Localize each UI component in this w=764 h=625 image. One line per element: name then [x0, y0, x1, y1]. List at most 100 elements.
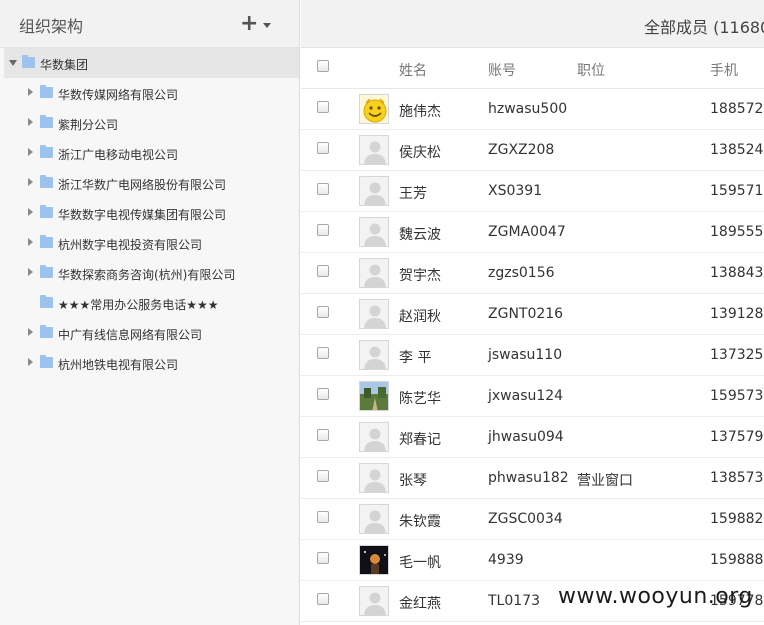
row-checkbox[interactable] [317, 388, 329, 400]
triangle-right-icon[interactable] [28, 268, 33, 276]
avatar [359, 463, 389, 493]
member-row[interactable]: 贺宇杰 zgzs0156 1388431 [301, 253, 764, 294]
row-checkbox[interactable] [317, 552, 329, 564]
triangle-right-icon[interactable] [28, 208, 33, 216]
member-name: 金红燕 [399, 596, 441, 612]
member-row[interactable]: 陈艺华 jxwasu124 1595733 [301, 376, 764, 417]
member-row[interactable]: 张琴 phwasu182 营业窗口 1385737 [301, 458, 764, 499]
tree-node[interactable]: 华数探索商务咨询(杭州)有限公司 [4, 258, 299, 288]
triangle-down-icon[interactable] [9, 60, 17, 66]
member-account: zgzs0156 [488, 265, 555, 281]
member-account: ZGNT0216 [488, 306, 564, 322]
folder-icon [40, 295, 53, 308]
row-checkbox[interactable] [317, 142, 329, 154]
member-name: 李 平 [399, 350, 432, 366]
row-checkbox[interactable] [317, 224, 329, 236]
row-checkbox[interactable] [317, 101, 329, 113]
row-checkbox[interactable] [317, 429, 329, 441]
tree-node[interactable]: 中广有线信息网络有限公司 [4, 318, 299, 348]
folder-icon [40, 205, 53, 218]
member-position: 营业窗口 [577, 473, 633, 489]
tree-node[interactable]: 华数数字电视传媒集团有限公司 [4, 198, 299, 228]
tree-node[interactable]: 华数传媒网络有限公司 [4, 78, 299, 108]
folder-icon [40, 265, 53, 278]
row-checkbox[interactable] [317, 593, 329, 605]
tree-node-label: 紫荆分公司 [58, 118, 119, 132]
tree-node[interactable]: ★★★常用办公服务电话★★★ [4, 288, 299, 318]
watermark: www.wooyun.org [558, 584, 753, 609]
member-account: jxwasu124 [488, 388, 564, 404]
member-row[interactable]: 朱钦霞 ZGSC0034 1598826 [301, 499, 764, 540]
member-phone: 1895555 [710, 224, 764, 240]
tree-node[interactable]: 杭州数字电视投资有限公司 [4, 228, 299, 258]
member-name: 赵润秋 [399, 309, 441, 325]
tree-node[interactable]: 浙江华数广电网络股份有限公司 [4, 168, 299, 198]
avatar [359, 381, 389, 411]
member-row[interactable]: 赵润秋 ZGNT0216 1391287 [301, 294, 764, 335]
members-header: 全部成员 (11680 [301, 0, 764, 48]
member-account: TL0173 [488, 593, 540, 609]
org-sidebar-header: 组织架构 + [0, 0, 300, 48]
select-all-checkbox[interactable] [317, 60, 329, 72]
row-checkbox[interactable] [317, 511, 329, 523]
member-row[interactable]: 毛一帆 4939 1598885 [301, 540, 764, 581]
folder-icon [40, 145, 53, 158]
member-account: jswasu110 [488, 347, 563, 363]
avatar [359, 135, 389, 165]
avatar [359, 422, 389, 452]
tree-node[interactable]: 紫荆分公司 [4, 108, 299, 138]
triangle-right-icon[interactable] [28, 178, 33, 186]
member-row[interactable]: 施伟杰 hzwasu500 1885726 [301, 89, 764, 130]
tree-node-label: 浙江华数广电网络股份有限公司 [58, 178, 227, 192]
member-account: jhwasu094 [488, 429, 564, 445]
triangle-right-icon[interactable] [28, 118, 33, 126]
member-name: 朱钦霞 [399, 514, 441, 530]
column-header-name[interactable]: 姓名 [399, 60, 427, 80]
tree-node[interactable]: 华数集团 [4, 48, 299, 78]
org-tree: 华数集团 华数传媒网络有限公司紫荆分公司浙江广电移动电视公司浙江华数广电网络股份有… [4, 48, 299, 378]
column-header-position[interactable]: 职位 [577, 60, 605, 80]
triangle-right-icon[interactable] [28, 148, 33, 156]
row-checkbox[interactable] [317, 306, 329, 318]
add-org-button[interactable]: + [238, 12, 278, 36]
caret-down-icon [263, 23, 271, 28]
member-phone: 1595718 [710, 183, 764, 199]
member-name: 陈艺华 [399, 391, 441, 407]
member-account: ZGMA0047 [488, 224, 566, 240]
member-row[interactable]: 李 平 jswasu110 1373257 [301, 335, 764, 376]
column-header-account[interactable]: 账号 [488, 60, 516, 80]
tree-node-label: 浙江广电移动电视公司 [58, 148, 179, 162]
triangle-right-icon[interactable] [28, 88, 33, 96]
row-checkbox[interactable] [317, 347, 329, 359]
member-account: ZGXZ208 [488, 142, 555, 158]
column-header-phone[interactable]: 手机 [710, 60, 738, 80]
tree-node-label: 中广有线信息网络有限公司 [58, 328, 203, 342]
member-phone: 1375798 [710, 429, 764, 445]
tree-node[interactable]: 浙江广电移动电视公司 [4, 138, 299, 168]
triangle-right-icon[interactable] [28, 238, 33, 246]
member-row[interactable]: 郑春记 jhwasu094 1375798 [301, 417, 764, 458]
folder-icon [40, 115, 53, 128]
members-table: 施伟杰 hzwasu500 1885726 侯庆松 ZGXZ208 1385244 王芳 XS… [301, 89, 764, 622]
tree-node[interactable]: 杭州地铁电视有限公司 [4, 348, 299, 378]
member-account: XS0391 [488, 183, 543, 199]
row-checkbox[interactable] [317, 265, 329, 277]
member-row[interactable]: 侯庆松 ZGXZ208 1385244 [301, 130, 764, 171]
tree-node-label: 杭州地铁电视有限公司 [58, 358, 179, 372]
member-phone: 1385737 [710, 470, 764, 486]
member-name: 贺宇杰 [399, 268, 441, 284]
member-name: 郑春记 [399, 432, 441, 448]
triangle-right-icon[interactable] [28, 358, 33, 366]
member-phone: 1598885 [710, 552, 764, 568]
member-row[interactable]: 王芳 XS0391 1595718 [301, 171, 764, 212]
folder-icon [40, 235, 53, 248]
row-checkbox[interactable] [317, 183, 329, 195]
org-title: 组织架构 [19, 17, 84, 36]
triangle-right-icon[interactable] [28, 328, 33, 336]
member-row[interactable]: 魏云波 ZGMA0047 1895555 [301, 212, 764, 253]
member-phone: 1391287 [710, 306, 764, 322]
folder-icon [40, 175, 53, 188]
avatar [359, 340, 389, 370]
member-phone: 1598826 [710, 511, 764, 527]
row-checkbox[interactable] [317, 470, 329, 482]
